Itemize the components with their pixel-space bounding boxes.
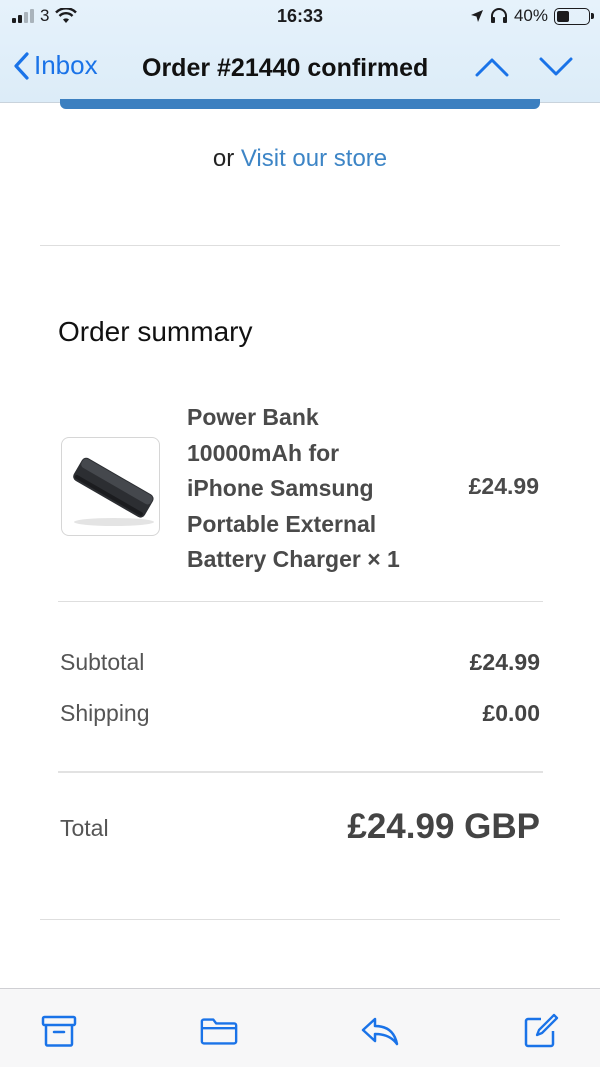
chevron-up-icon <box>475 58 509 77</box>
back-label: Inbox <box>34 50 98 80</box>
visit-prefix: or <box>212 145 235 172</box>
mail-header: 3 16:33 40% Inbox Order #21440 confirmed <box>0 0 600 103</box>
product-name-line: Power Bank <box>187 404 319 430</box>
product-name-line: iPhone Samsung <box>187 475 374 501</box>
bottom-toolbar <box>0 988 600 1067</box>
archive-icon <box>41 1015 77 1047</box>
visit-store-line: or Visit our store <box>0 145 600 173</box>
compose-button[interactable] <box>521 1011 561 1051</box>
visit-store-link[interactable]: Visit our store <box>241 145 387 172</box>
previous-message-button[interactable] <box>474 54 510 85</box>
compose-icon <box>524 1013 559 1048</box>
total-label: Total <box>60 815 109 841</box>
battery-percent: 40% <box>513 6 548 25</box>
archive-button[interactable] <box>39 1011 79 1051</box>
battery-icon <box>554 7 594 25</box>
divider <box>58 771 543 773</box>
divider <box>58 601 543 602</box>
shipping-value: £0.00 <box>482 700 540 726</box>
divider <box>40 919 560 920</box>
subtotal-value: £24.99 <box>469 649 540 675</box>
product-name-line: Portable External <box>187 510 377 537</box>
subtotal-label: Subtotal <box>60 649 145 675</box>
product-price: £24.99 <box>468 473 539 499</box>
back-button[interactable]: Inbox <box>12 50 98 81</box>
page-title: Order #21440 confirmed <box>142 54 429 82</box>
product-name: Power Bank 10000mAh for iPhone Samsung P… <box>187 400 437 578</box>
next-message-button[interactable] <box>538 54 574 85</box>
reply-button[interactable] <box>360 1011 400 1051</box>
headphones-icon <box>490 8 507 23</box>
view-order-button[interactable] <box>60 99 540 109</box>
product-name-line: 10000mAh for <box>187 439 340 466</box>
order-summary-heading: Order summary <box>58 316 253 347</box>
power-bank-image <box>73 457 154 526</box>
folder-icon <box>200 1018 238 1045</box>
move-to-folder-button[interactable] <box>199 1011 239 1051</box>
chevron-down-icon <box>539 57 573 76</box>
reply-icon <box>361 1017 399 1046</box>
location-icon <box>470 10 483 22</box>
status-bar: 3 16:33 40% <box>0 0 600 34</box>
total-value: £24.99 GBP <box>347 807 540 846</box>
shipping-label: Shipping <box>60 700 150 726</box>
product-image <box>61 437 160 536</box>
chevron-left-icon <box>14 51 29 80</box>
product-name-line: Battery Charger × 1 <box>187 546 400 572</box>
divider <box>40 245 560 246</box>
